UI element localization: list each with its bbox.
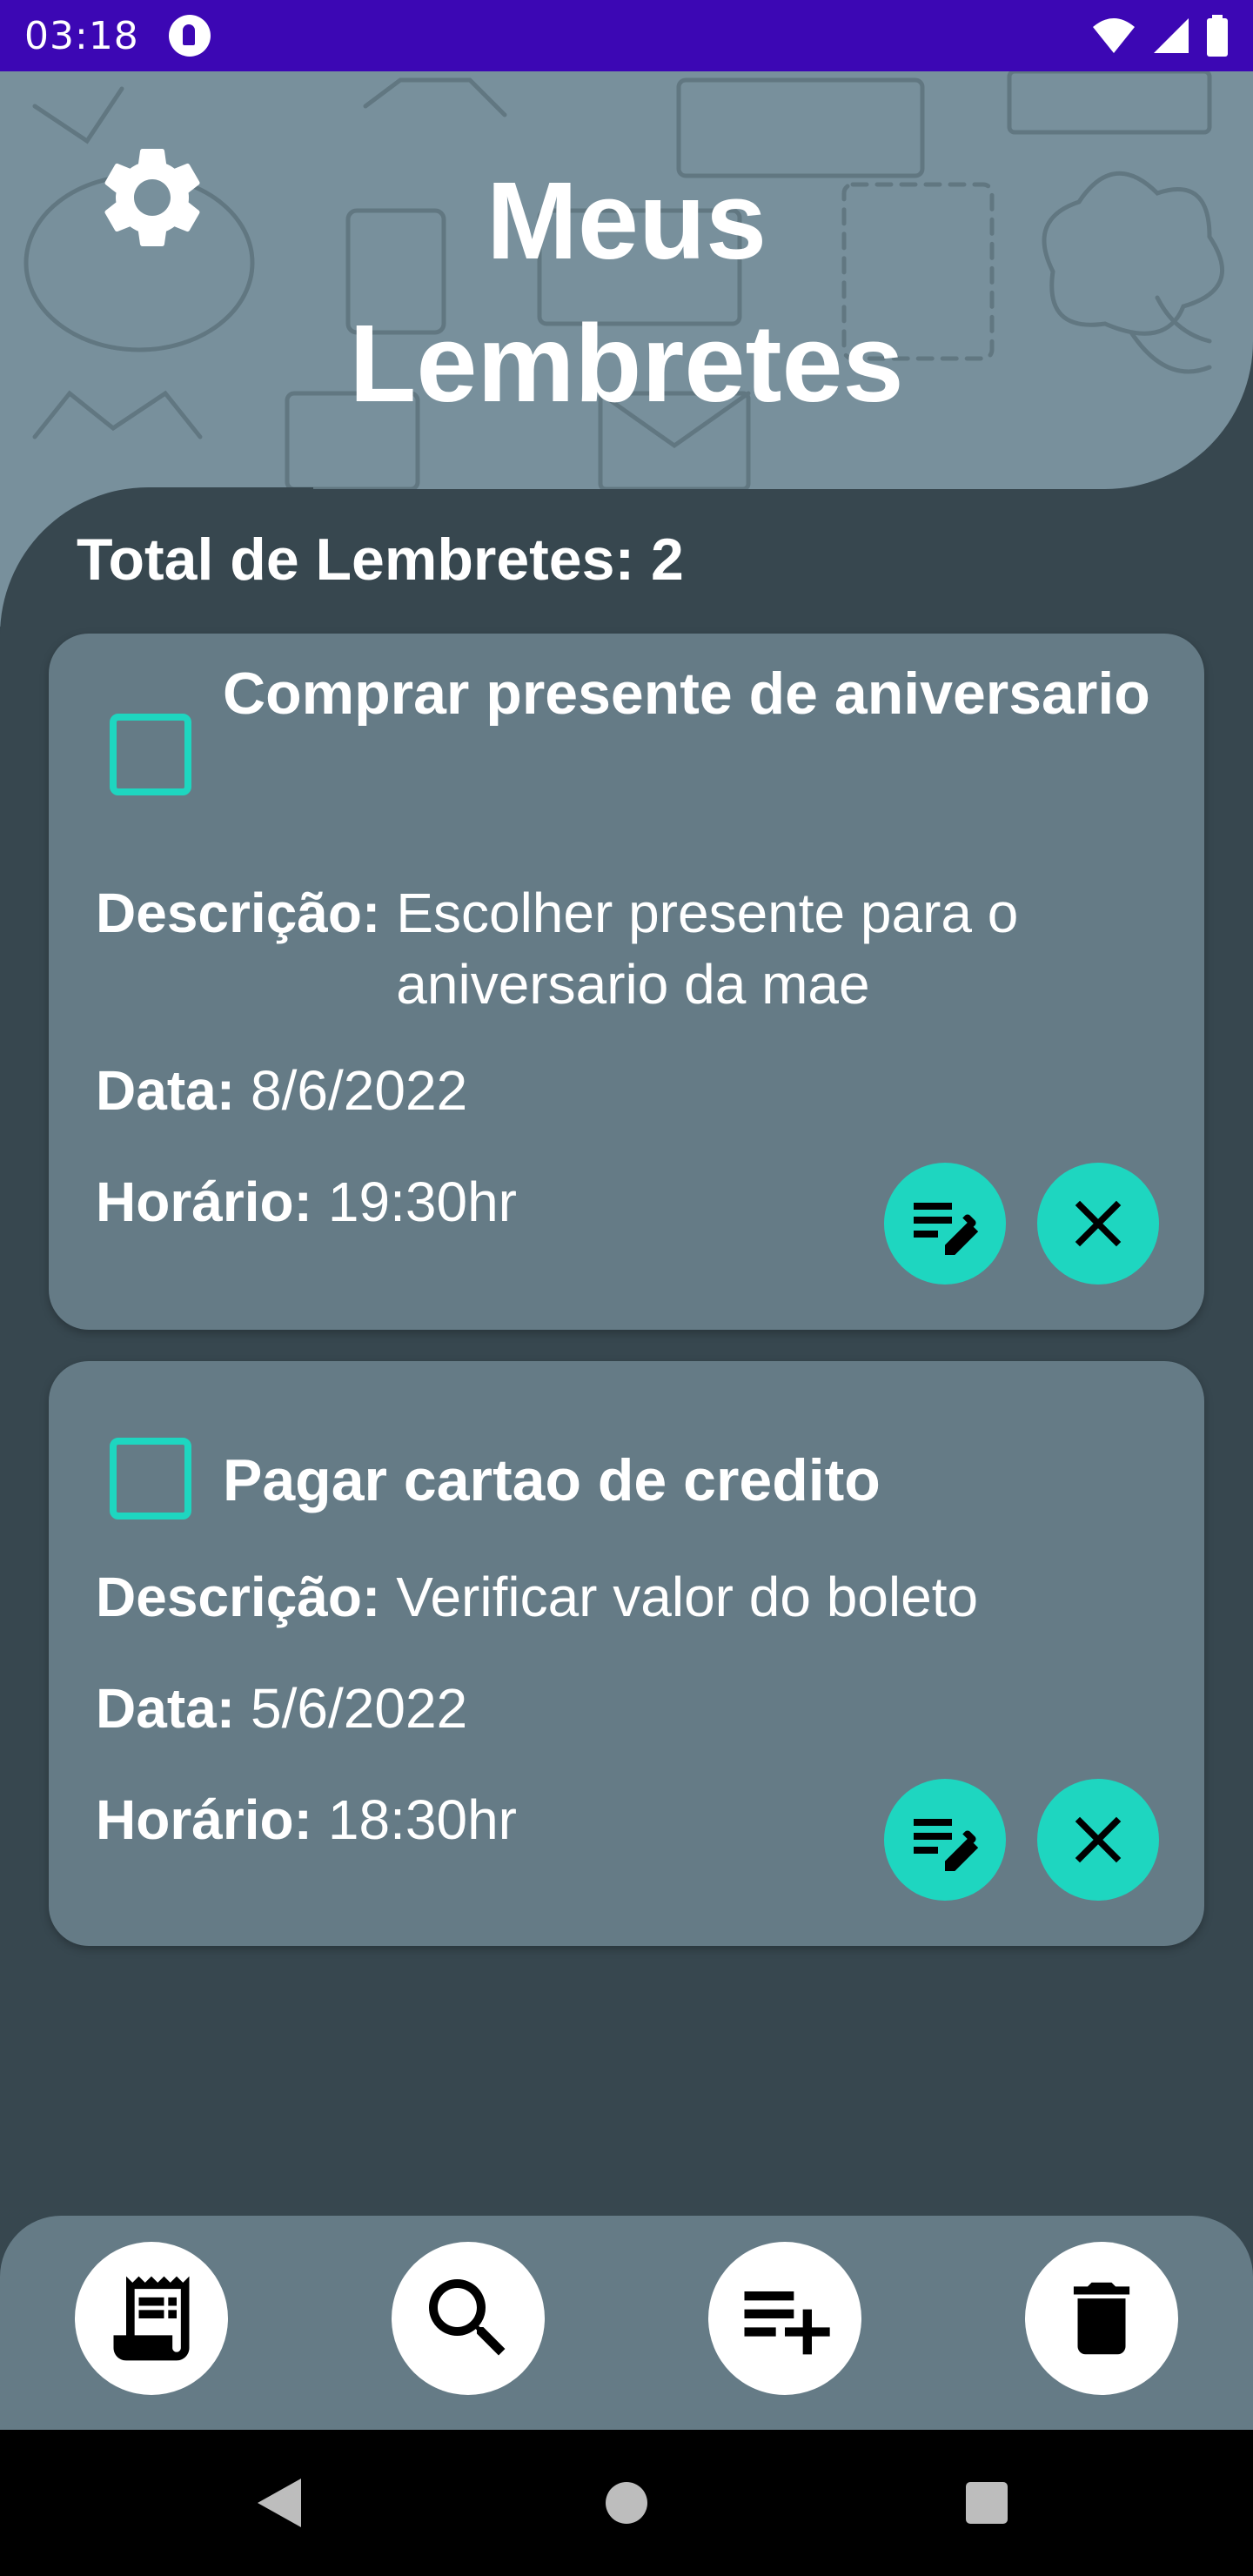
reminder-title: Pagar cartao de credito [223, 1447, 881, 1513]
edit-note-icon [914, 1203, 979, 1255]
delete-reminder-button[interactable] [1037, 1779, 1159, 1901]
date-label: Data: [96, 1059, 236, 1122]
signal-icon [1154, 18, 1189, 53]
edit-reminder-button[interactable] [884, 1163, 1006, 1285]
description-label: Descrição: [96, 882, 381, 944]
system-navigation-bar [0, 2430, 1253, 2576]
home-icon [606, 2482, 647, 2524]
edit-note-icon [914, 1819, 979, 1871]
reminder-date-row: Data: 8/6/2022 [96, 1055, 1135, 1126]
status-time: 03:18 [24, 13, 139, 58]
date-label: Data: [96, 1677, 236, 1740]
page-title: Meus Lembretes [313, 150, 940, 435]
reminder-time-row: Horário: 19:30hr [96, 1166, 839, 1238]
search-icon [429, 2279, 506, 2356]
list-reminders-button[interactable] [75, 2242, 228, 2395]
total-reminders-label: Total de Lembretes: 2 [77, 527, 684, 593]
reminder-card: Pagar cartao de credito Descrição: Verif… [49, 1361, 1204, 1946]
page-title-line2: Lembretes [349, 302, 904, 425]
reminder-date-row: Data: 5/6/2022 [96, 1673, 1135, 1744]
reminder-time: 19:30hr [327, 1171, 517, 1233]
receipt-icon [113, 2276, 190, 2361]
wifi-icon [1093, 18, 1135, 53]
notification-icon [168, 15, 211, 57]
reminder-checkbox[interactable] [110, 714, 191, 795]
recents-button[interactable] [935, 2430, 1039, 2576]
playlist-add-icon [744, 2291, 830, 2355]
edit-reminder-button[interactable] [884, 1779, 1006, 1901]
back-icon [258, 2479, 301, 2527]
description-label: Descrição: [96, 1566, 381, 1628]
trash-icon [1073, 2282, 1130, 2355]
settings-button[interactable] [87, 132, 218, 263]
reminder-date: 8/6/2022 [251, 1059, 468, 1122]
time-label: Horário: [96, 1171, 312, 1233]
reminder-time-row: Horário: 18:30hr [96, 1784, 839, 1855]
header: Meus Lembretes [0, 71, 1253, 489]
reminder-description: Verificar valor do boleto [396, 1566, 979, 1628]
reminder-description-row: Descrição: Escolher presente para o aniv… [96, 877, 1135, 1020]
close-icon [1075, 1200, 1122, 1247]
home-button[interactable] [574, 2430, 679, 2576]
time-label: Horário: [96, 1788, 312, 1851]
gear-icon [104, 148, 200, 246]
back-button[interactable] [226, 2430, 331, 2576]
search-button[interactable] [392, 2242, 545, 2395]
reminder-description: Escolher presente para o aniversario da … [396, 882, 1019, 1016]
add-reminder-button[interactable] [708, 2242, 861, 2395]
reminder-time: 18:30hr [327, 1788, 517, 1851]
delete-reminder-button[interactable] [1037, 1163, 1159, 1285]
reminder-checkbox[interactable] [110, 1438, 191, 1519]
page-title-line1: Meus [486, 159, 767, 282]
close-icon [1075, 1816, 1122, 1863]
status-bar: 03:18 [0, 0, 1253, 71]
reminder-card: Comprar presente de aniversario Descriçã… [49, 634, 1204, 1330]
reminder-date: 5/6/2022 [251, 1677, 468, 1740]
delete-all-button[interactable] [1025, 2242, 1178, 2395]
reminder-title: Comprar presente de aniversario [223, 661, 1150, 727]
reminder-description-row: Descrição: Verificar valor do boleto [96, 1561, 1135, 1633]
battery-icon [1207, 15, 1228, 57]
recents-icon [966, 2482, 1008, 2524]
status-icons [1091, 15, 1229, 57]
